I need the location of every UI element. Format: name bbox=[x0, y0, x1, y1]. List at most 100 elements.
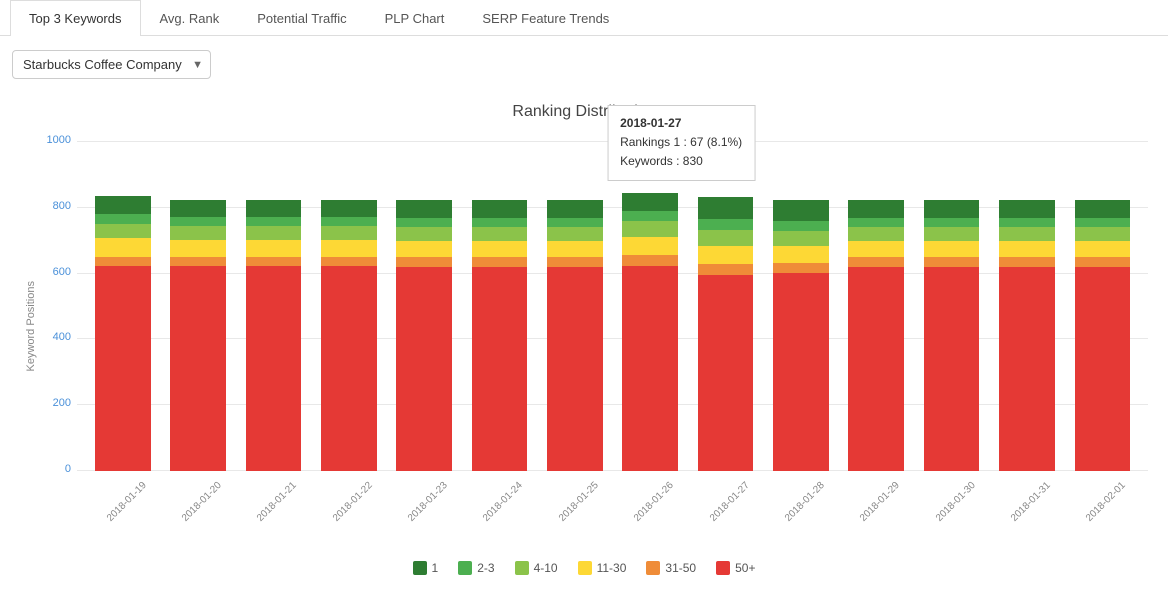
bar-segment-rank1 bbox=[547, 200, 603, 217]
x-tick-label: 2018-01-19 bbox=[105, 480, 149, 524]
bar-stack bbox=[396, 200, 452, 471]
bar-segment-rank31_50 bbox=[321, 257, 377, 267]
legend-color-box bbox=[413, 561, 427, 575]
legend-label: 1 bbox=[432, 561, 439, 575]
bar-segment-rank50plus bbox=[95, 266, 151, 471]
bar-segment-rank4_10 bbox=[999, 227, 1055, 241]
legend-item-11-30: 11-30 bbox=[578, 561, 627, 575]
bar-segment-rank4_10 bbox=[472, 227, 528, 241]
bar-group[interactable]: 2018-01-28 bbox=[765, 141, 836, 471]
y-tick-label: 0 bbox=[39, 463, 71, 475]
x-tick-label: 2018-01-31 bbox=[1009, 480, 1053, 524]
bar-segment-rank50plus bbox=[773, 273, 829, 471]
bar-segment-rank50plus bbox=[246, 266, 302, 471]
bar-group[interactable]: 2018-02-01 bbox=[1067, 141, 1138, 471]
bar-segment-rank1 bbox=[924, 200, 980, 217]
bar-group[interactable]: 2018-01-22 bbox=[313, 141, 384, 471]
bar-segment-rank31_50 bbox=[246, 257, 302, 267]
bar-segment-rank1 bbox=[95, 196, 151, 214]
bar-group[interactable]: 2018-01-19 bbox=[87, 141, 158, 471]
bar-group[interactable]: 2018-01-25 bbox=[539, 141, 610, 471]
bar-segment-rank50plus bbox=[999, 267, 1055, 471]
chart-area: Keyword Positions 10008006004002000 2018… bbox=[20, 141, 1148, 511]
tab-top-3-keywords[interactable]: Top 3 Keywords bbox=[10, 0, 141, 36]
y-tick-label: 800 bbox=[39, 200, 71, 212]
bar-segment-rank1 bbox=[848, 200, 904, 217]
bar-group[interactable]: 2018-01-21 bbox=[238, 141, 309, 471]
x-tick-label: 2018-01-24 bbox=[481, 480, 525, 524]
bar-segment-rank11_30 bbox=[1075, 241, 1131, 257]
x-tick-label: 2018-01-28 bbox=[783, 480, 827, 524]
legend-item-1: 1 bbox=[413, 561, 439, 575]
bar-segment-rank1 bbox=[321, 200, 377, 217]
bar-stack bbox=[1075, 200, 1131, 471]
company-select[interactable]: Starbucks Coffee Company bbox=[12, 50, 211, 79]
tab-serp-feature-trends[interactable]: SERP Feature Trends bbox=[463, 0, 628, 36]
bar-segment-rank2_3 bbox=[95, 214, 151, 224]
bar-stack bbox=[547, 200, 603, 471]
bar-segment-rank11_30 bbox=[698, 246, 754, 264]
bar-group[interactable]: 2018-01-30 bbox=[916, 141, 987, 471]
bar-segment-rank4_10 bbox=[1075, 227, 1131, 241]
bar-stack bbox=[472, 200, 528, 471]
bar-segment-rank2_3 bbox=[999, 218, 1055, 227]
bar-group[interactable]: 2018-01-29 bbox=[841, 141, 912, 471]
tab-potential-traffic[interactable]: Potential Traffic bbox=[238, 0, 365, 36]
bar-segment-rank4_10 bbox=[924, 227, 980, 241]
legend-label: 11-30 bbox=[597, 561, 627, 575]
bar-segment-rank11_30 bbox=[396, 241, 452, 257]
bar-group[interactable]: 2018-01-31 bbox=[991, 141, 1062, 471]
bar-group[interactable]: 2018-01-272018-01-27Rankings 1 : 67 (8.1… bbox=[690, 141, 761, 471]
bar-stack bbox=[246, 200, 302, 471]
bar-segment-rank11_30 bbox=[321, 240, 377, 256]
legend-color-box bbox=[578, 561, 592, 575]
legend: 12-34-1011-3031-5050+ bbox=[20, 561, 1148, 575]
legend-color-box bbox=[646, 561, 660, 575]
bar-segment-rank2_3 bbox=[472, 218, 528, 227]
bar-segment-rank31_50 bbox=[396, 257, 452, 267]
bar-segment-rank31_50 bbox=[547, 257, 603, 267]
bar-segment-rank2_3 bbox=[547, 218, 603, 227]
bar-segment-rank4_10 bbox=[547, 227, 603, 241]
legend-label: 31-50 bbox=[665, 561, 696, 575]
bar-segment-rank2_3 bbox=[246, 217, 302, 226]
legend-color-box bbox=[515, 561, 529, 575]
chart-container: Ranking Distribution Keyword Positions 1… bbox=[0, 93, 1168, 605]
bar-segment-rank4_10 bbox=[246, 226, 302, 240]
bar-segment-rank1 bbox=[1075, 200, 1131, 217]
bar-segment-rank2_3 bbox=[1075, 218, 1131, 227]
bar-segment-rank11_30 bbox=[773, 246, 829, 263]
bar-group[interactable]: 2018-01-24 bbox=[464, 141, 535, 471]
x-tick-label: 2018-01-30 bbox=[934, 480, 978, 524]
bar-segment-rank2_3 bbox=[622, 211, 678, 221]
bar-segment-rank31_50 bbox=[924, 257, 980, 267]
x-tick-label: 2018-01-23 bbox=[406, 480, 450, 524]
y-tick-label: 400 bbox=[39, 331, 71, 343]
tab-bar: Top 3 KeywordsAvg. RankPotential Traffic… bbox=[0, 0, 1168, 36]
legend-label: 4-10 bbox=[534, 561, 558, 575]
bar-group[interactable]: 2018-01-20 bbox=[162, 141, 233, 471]
bar-segment-rank31_50 bbox=[698, 264, 754, 275]
bar-segment-rank4_10 bbox=[622, 221, 678, 237]
x-tick-label: 2018-02-01 bbox=[1084, 480, 1128, 524]
bar-stack bbox=[321, 200, 377, 471]
y-tick-label: 1000 bbox=[39, 134, 71, 146]
tab-avg.-rank[interactable]: Avg. Rank bbox=[141, 0, 239, 36]
bar-segment-rank31_50 bbox=[1075, 257, 1131, 267]
legend-color-box bbox=[716, 561, 730, 575]
bar-segment-rank1 bbox=[246, 200, 302, 217]
bar-group[interactable]: 2018-01-26 bbox=[615, 141, 686, 471]
bar-segment-rank1 bbox=[472, 200, 528, 217]
bar-stack bbox=[698, 197, 754, 471]
bar-segment-rank4_10 bbox=[396, 227, 452, 241]
bar-segment-rank50plus bbox=[924, 267, 980, 471]
tab-plp-chart[interactable]: PLP Chart bbox=[366, 0, 464, 36]
bar-stack bbox=[622, 193, 678, 471]
bar-segment-rank11_30 bbox=[547, 241, 603, 257]
company-select-wrapper[interactable]: Starbucks Coffee Company ▼ bbox=[12, 50, 211, 79]
y-axis-label: Keyword Positions bbox=[20, 281, 37, 372]
bar-stack bbox=[848, 200, 904, 471]
bar-segment-rank11_30 bbox=[622, 237, 678, 255]
x-tick-label: 2018-01-27 bbox=[707, 480, 751, 524]
bar-group[interactable]: 2018-01-23 bbox=[388, 141, 459, 471]
